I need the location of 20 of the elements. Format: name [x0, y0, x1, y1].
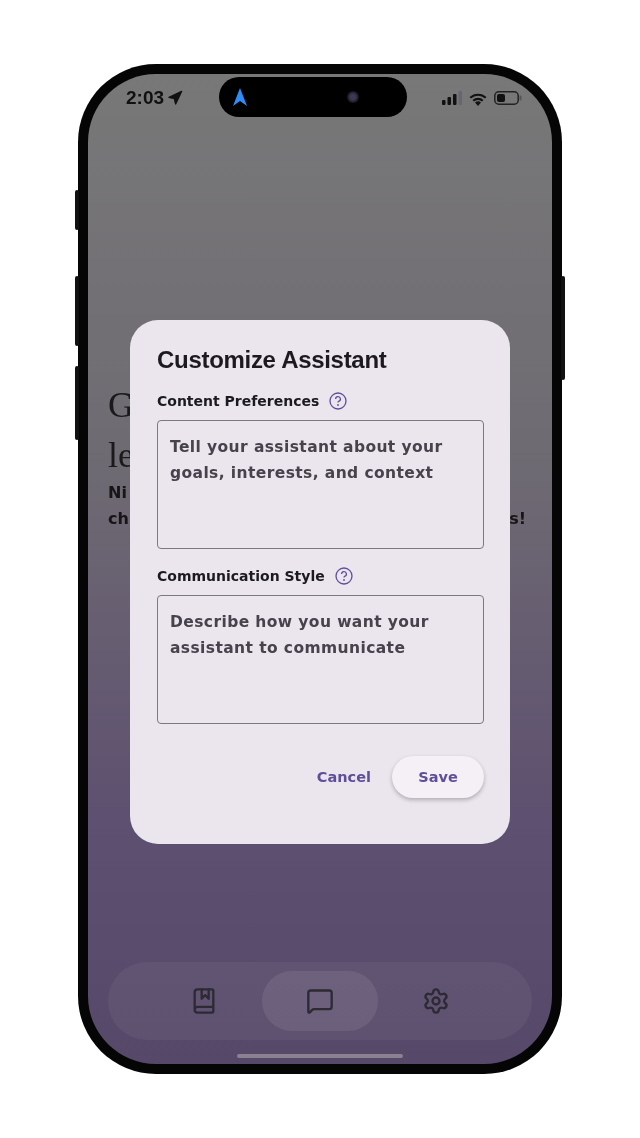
- text-area-field[interactable]: Tell your assistant about your goals, interests, and context: [157, 420, 484, 549]
- dialog-title: Customize Assistant: [157, 346, 388, 374]
- text-area-field[interactable]: Describe how you want your assistant to communicate: [157, 595, 484, 724]
- body-text: ch: [108, 508, 129, 530]
- location-arrow-icon: [167, 90, 184, 106]
- settings-icon: [422, 987, 450, 1015]
- navigation-arrow-icon: [232, 88, 247, 106]
- help-icon[interactable]: [329, 392, 348, 410]
- body-text: Ni: [108, 482, 127, 504]
- signal-icon: [442, 91, 462, 105]
- battery-icon: [494, 91, 522, 105]
- status-time: 2:03: [126, 87, 165, 109]
- save-button[interactable]: Save: [392, 756, 484, 798]
- help-icon[interactable]: [334, 567, 353, 585]
- field-label: Communication Style: [157, 568, 325, 584]
- camera-icon: [346, 91, 359, 103]
- cancel-button[interactable]: Cancel: [316, 759, 371, 795]
- field-label: Content Preferences: [157, 393, 320, 409]
- chat-bubble-icon: [306, 987, 334, 1015]
- body-text: s!: [509, 508, 526, 530]
